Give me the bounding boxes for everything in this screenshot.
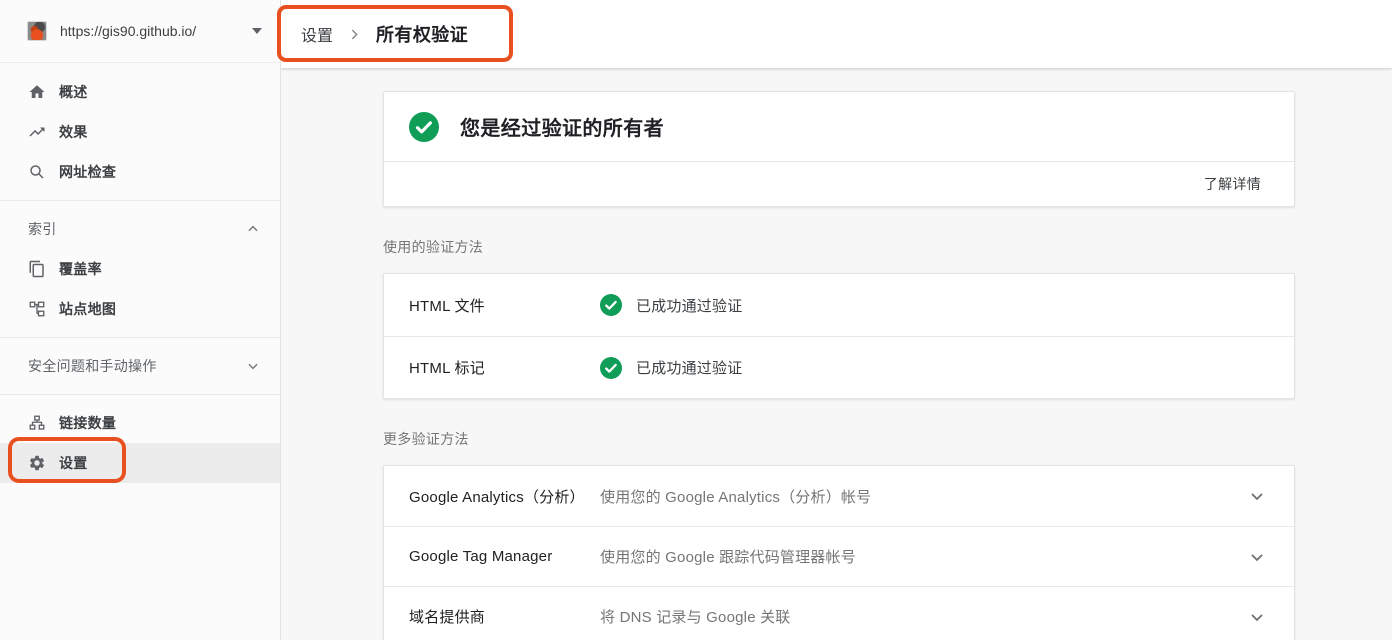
divider [0, 394, 280, 395]
sidebar-section-label: 索引 [28, 219, 57, 239]
method-label: Google Analytics（分析） [409, 486, 600, 507]
method-label: HTML 标记 [409, 357, 600, 378]
chevron-down-icon[interactable] [1247, 486, 1267, 506]
check-circle-icon [600, 294, 622, 316]
sidebar-section-security[interactable]: 安全问题和手动操作 [0, 346, 280, 386]
divider [0, 337, 280, 338]
chevron-down-icon[interactable] [1247, 607, 1267, 627]
sidebar-item-label: 站点地图 [59, 299, 116, 319]
owner-card-title: 您是经过验证的所有者 [460, 112, 664, 141]
sidebar-item-performance[interactable]: 效果 [0, 112, 280, 152]
divider [0, 200, 280, 201]
sidebar-item-label: 链接数量 [59, 413, 116, 433]
search-icon [28, 163, 46, 181]
home-icon [28, 83, 46, 101]
sidebar-item-url-inspection[interactable]: 网址检查 [0, 152, 280, 192]
coverage-icon [28, 260, 46, 278]
verification-status: 已成功通过验证 [636, 295, 742, 316]
sidebar-item-sitemaps[interactable]: 站点地图 [0, 289, 280, 329]
sidebar: https://gis90.github.io/ 概述 效果 网址检查 索引 [0, 0, 281, 640]
breadcrumb-settings[interactable]: 设置 [301, 22, 333, 46]
check-circle-icon [600, 357, 622, 379]
verification-row-html-tag: HTML 标记 已成功通过验证 [384, 336, 1294, 398]
links-icon [28, 414, 46, 432]
sidebar-item-label: 概述 [59, 82, 88, 102]
method-label: 域名提供商 [409, 606, 600, 627]
method-label: HTML 文件 [409, 295, 600, 316]
performance-icon [28, 123, 46, 141]
method-row-google-tag-manager[interactable]: Google Tag Manager 使用您的 Google 跟踪代码管理器帐号 [384, 526, 1294, 586]
method-description: 使用您的 Google 跟踪代码管理器帐号 [600, 546, 856, 567]
sitemap-icon [28, 300, 46, 318]
method-description: 将 DNS 记录与 Google 关联 [600, 606, 791, 627]
property-selector[interactable]: https://gis90.github.io/ [0, 0, 280, 63]
site-favicon [27, 21, 47, 41]
property-url: https://gis90.github.io/ [60, 23, 244, 39]
chevron-down-icon[interactable] [1247, 547, 1267, 567]
gear-icon [28, 454, 46, 472]
sidebar-item-coverage[interactable]: 覆盖率 [0, 249, 280, 289]
method-label: Google Tag Manager [409, 548, 600, 565]
used-methods-heading: 使用的验证方法 [383, 237, 1295, 257]
main-content: 您是经过验证的所有者 了解详情 使用的验证方法 HTML 文件 已成功通过验证 … [281, 68, 1392, 640]
more-methods-heading: 更多验证方法 [383, 429, 1295, 449]
check-circle-icon [409, 112, 439, 142]
method-row-google-analytics[interactable]: Google Analytics（分析） 使用您的 Google Analyti… [384, 466, 1294, 526]
sidebar-item-label: 覆盖率 [59, 259, 102, 279]
chevron-up-icon [246, 222, 260, 236]
sidebar-nav: 概述 效果 网址检查 索引 覆盖率 [0, 63, 280, 483]
sidebar-item-label: 网址检查 [59, 162, 116, 182]
sidebar-item-overview[interactable]: 概述 [0, 72, 280, 112]
verification-status: 已成功通过验证 [636, 357, 742, 378]
more-methods-card: Google Analytics（分析） 使用您的 Google Analyti… [383, 465, 1295, 640]
sidebar-section-index[interactable]: 索引 [0, 209, 280, 249]
method-row-domain-provider[interactable]: 域名提供商 将 DNS 记录与 Google 关联 [384, 586, 1294, 640]
learn-more-button[interactable]: 了解详情 [1204, 174, 1261, 194]
sidebar-section-label: 安全问题和手动操作 [28, 356, 157, 376]
sidebar-item-links[interactable]: 链接数量 [0, 403, 280, 443]
verification-row-html-file: HTML 文件 已成功通过验证 [384, 274, 1294, 336]
method-description: 使用您的 Google Analytics（分析）帐号 [600, 486, 871, 507]
sidebar-item-settings[interactable]: 设置 [0, 443, 280, 483]
chevron-right-icon [348, 28, 361, 41]
used-methods-card: HTML 文件 已成功通过验证 HTML 标记 已成功通过验证 [383, 273, 1295, 399]
owner-verified-card: 您是经过验证的所有者 了解详情 [383, 91, 1295, 207]
chevron-down-icon [246, 359, 260, 373]
sidebar-item-label: 效果 [59, 122, 88, 142]
breadcrumb-ownership-verification: 所有权验证 [376, 21, 468, 47]
sidebar-item-label: 设置 [59, 453, 88, 473]
caret-down-icon [252, 28, 262, 34]
top-bar: 设置 所有权验证 [281, 0, 1392, 68]
